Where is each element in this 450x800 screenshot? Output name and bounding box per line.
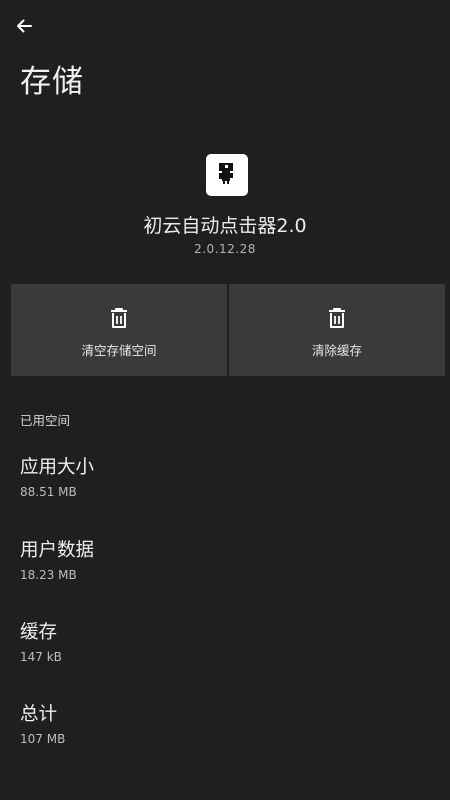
stat-title: 应用大小 — [20, 457, 95, 478]
app-icon — [206, 154, 248, 196]
app-logo-icon — [213, 159, 241, 191]
page-title: 存储 — [20, 64, 84, 100]
clear-storage-button[interactable]: 清空存储空间 — [11, 284, 227, 376]
clear-storage-label: 清空存储空间 — [81, 343, 157, 358]
stat-total: 总计 107 MB — [20, 703, 430, 763]
stat-title: 用户数据 — [20, 540, 95, 561]
trash-icon — [326, 306, 348, 330]
arrow-back-icon — [14, 16, 34, 40]
stat-value: 18.23 MB — [20, 568, 77, 582]
stat-title: 总计 — [20, 704, 58, 725]
back-button[interactable] — [10, 14, 38, 42]
stat-value: 107 MB — [20, 732, 66, 746]
stat-cache: 缓存 147 kB — [20, 621, 430, 681]
stat-app-size: 应用大小 88.51 MB — [20, 456, 430, 516]
app-version: 2.0.12.28 — [194, 242, 256, 256]
stat-value: 88.51 MB — [20, 485, 77, 499]
clear-cache-button[interactable]: 清除缓存 — [229, 284, 445, 376]
stat-title: 缓存 — [20, 622, 58, 643]
used-space-header: 已用空间 — [20, 413, 71, 428]
stat-value: 147 kB — [20, 650, 62, 664]
stat-user-data: 用户数据 18.23 MB — [20, 539, 430, 599]
app-name: 初云自动点击器2.0 — [143, 215, 307, 237]
action-bar: 清空存储空间 清除缓存 — [11, 284, 445, 376]
trash-icon — [108, 306, 130, 330]
clear-cache-label: 清除缓存 — [311, 343, 362, 358]
